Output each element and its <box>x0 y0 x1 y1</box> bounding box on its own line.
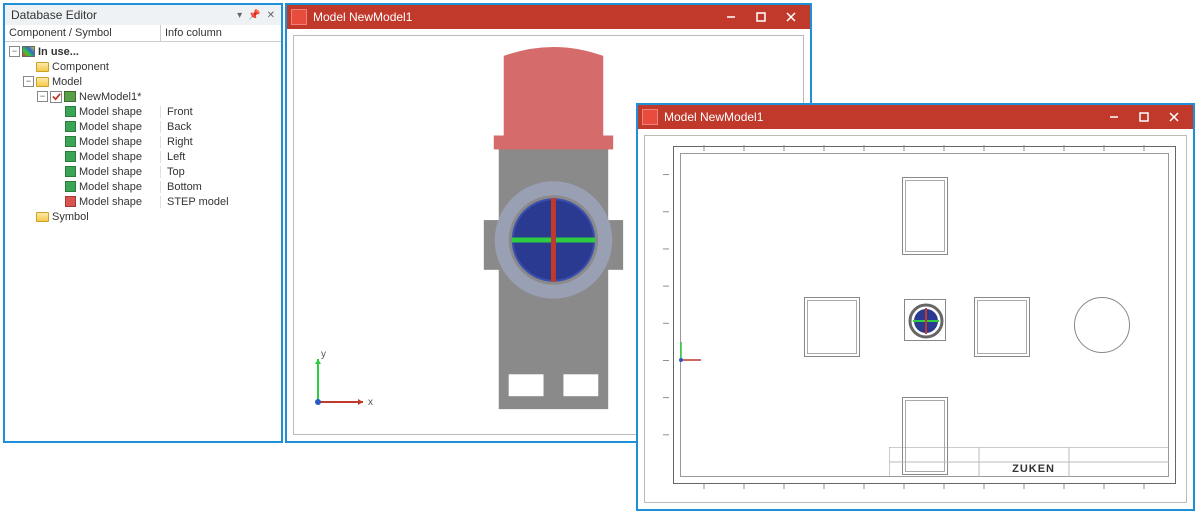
close-button[interactable] <box>776 7 806 27</box>
tree-label: Model shape <box>79 151 142 163</box>
tree-label: NewModel1* <box>79 91 141 103</box>
info-value: Left <box>160 151 281 163</box>
tree-label: Component <box>52 61 109 73</box>
window-title: Model NewModel1 <box>313 10 412 24</box>
app-icon <box>291 9 307 25</box>
view-back[interactable] <box>1074 297 1130 353</box>
view-front[interactable] <box>904 299 946 341</box>
left-ruler <box>655 156 669 472</box>
tree-node-shape-step[interactable]: Model shape STEP model <box>7 194 281 209</box>
tree-node-shape-right[interactable]: Model shape Right <box>7 134 281 149</box>
tree-header: Component / Symbol Info column <box>5 25 281 42</box>
shape-icon <box>65 106 76 117</box>
shape-icon <box>65 181 76 192</box>
tree-node-component[interactable]: Component <box>7 59 281 74</box>
info-value: Bottom <box>160 181 281 193</box>
close-button[interactable] <box>1159 107 1189 127</box>
window-titlebar[interactable]: Model NewModel1 <box>287 5 810 29</box>
tree-label: Model shape <box>79 196 142 208</box>
folder-icon <box>36 77 49 87</box>
tree-label: Model shape <box>79 166 142 178</box>
tree-node-shape-bottom[interactable]: Model shape Bottom <box>7 179 281 194</box>
info-value: Right <box>160 136 281 148</box>
app-icon <box>642 109 658 125</box>
shape-icon <box>65 121 76 132</box>
tree-label: Model shape <box>79 121 142 133</box>
close-panel-icon[interactable]: ✕ <box>267 10 275 21</box>
minimize-button[interactable] <box>1099 107 1129 127</box>
shape-icon <box>65 166 76 177</box>
shape-icon <box>65 136 76 147</box>
model-window-layout: Model NewModel1 <box>636 103 1195 511</box>
tree-node-shape-back[interactable]: Model shape Back <box>7 119 281 134</box>
tree-label: In use... <box>38 46 79 58</box>
tree-view: − In use... Component − Model <box>5 42 281 224</box>
info-value: STEP model <box>160 196 281 208</box>
axis-indicator: x y <box>308 347 378 420</box>
collapse-icon[interactable]: − <box>23 76 34 87</box>
view-top[interactable] <box>902 177 948 255</box>
minimize-button[interactable] <box>716 7 746 27</box>
maximize-button[interactable] <box>746 7 776 27</box>
bottom-ruler <box>674 477 1175 489</box>
tree-node-symbol[interactable]: Symbol <box>7 209 281 224</box>
folder-icon <box>36 212 49 222</box>
drawing-sheet: ZUKEN <box>673 146 1176 484</box>
info-value: Back <box>160 121 281 133</box>
tree-node-in-use[interactable]: − In use... <box>7 44 281 59</box>
window-titlebar[interactable]: Model NewModel1 <box>638 105 1193 129</box>
tree-label: Model shape <box>79 136 142 148</box>
tree-node-shape-left[interactable]: Model shape Left <box>7 149 281 164</box>
panel-titlebar: Database Editor ▾ 📌 ✕ <box>5 5 281 25</box>
maximize-button[interactable] <box>1129 107 1159 127</box>
tree-node-shape-front[interactable]: Model shape Front <box>7 104 281 119</box>
tree-label: Model shape <box>79 181 142 193</box>
view-left[interactable] <box>804 297 860 357</box>
tree-label: Model shape <box>79 106 142 118</box>
panel-title: Database Editor <box>11 8 97 22</box>
tree-node-shape-top[interactable]: Model shape Top <box>7 164 281 179</box>
database-editor-panel: Database Editor ▾ 📌 ✕ Component / Symbol… <box>3 3 283 443</box>
svg-text:x: x <box>368 397 373 408</box>
tree-node-model[interactable]: − Model <box>7 74 281 89</box>
shape-icon <box>65 151 76 162</box>
tree-label: Model <box>52 76 82 88</box>
step-icon <box>65 196 76 207</box>
layout-canvas[interactable]: ZUKEN <box>644 135 1187 503</box>
top-ruler <box>674 145 1175 155</box>
collapse-icon[interactable]: − <box>9 46 20 57</box>
pin-icon[interactable]: 📌 <box>248 10 260 21</box>
model-icon <box>64 91 76 102</box>
window-title: Model NewModel1 <box>664 110 763 124</box>
view-right[interactable] <box>974 297 1030 357</box>
checkbox-checked[interactable] <box>50 91 62 103</box>
collapse-icon[interactable]: − <box>37 91 48 102</box>
dropdown-arrow-icon[interactable]: ▾ <box>237 10 242 21</box>
info-value: Front <box>160 106 281 118</box>
tree-label: Symbol <box>52 211 89 223</box>
tree-node-newmodel[interactable]: − NewModel1* <box>7 89 281 104</box>
column-header-component[interactable]: Component / Symbol <box>5 25 160 41</box>
axis-indicator-small <box>677 336 707 368</box>
svg-text:y: y <box>321 349 326 360</box>
column-header-info[interactable]: Info column <box>160 25 281 41</box>
folder-icon <box>36 62 49 72</box>
database-icon <box>22 46 35 57</box>
titleblock <box>889 447 1169 477</box>
info-value: Top <box>160 166 281 178</box>
